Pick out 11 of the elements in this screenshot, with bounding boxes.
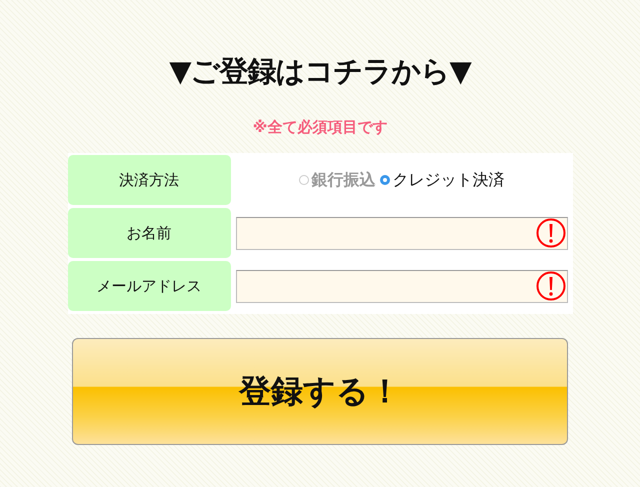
radio-button[interactable] [380,175,390,185]
input-field[interactable] [236,216,568,250]
field-label: お名前 [68,208,230,258]
required-note: ※全て必須項目です [252,118,388,137]
heading: ▼ご登録はコチラから▼ [169,53,471,90]
field-label: 決済方法 [68,155,230,205]
radio-button[interactable] [298,175,308,185]
register-button[interactable]: 登録する！ [72,338,568,445]
payment-option[interactable]: クレジット決済 [380,170,504,190]
input-field[interactable] [236,270,568,302]
field-label: メールアドレス [68,261,230,311]
